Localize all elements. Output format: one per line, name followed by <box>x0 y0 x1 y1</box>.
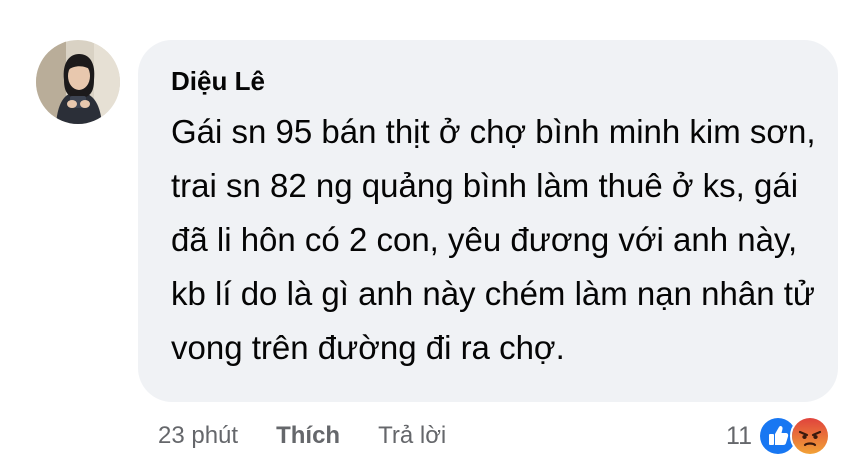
comment-text-line: trai sn 82 ng quảng bình làm thuê ở ks, … <box>171 167 799 204</box>
comment-screenshot: Diệu Lê Gái sn 95 bán thịt ở chợ bình mi… <box>0 0 846 472</box>
reaction-summary[interactable]: 11 <box>726 416 830 456</box>
reaction-count: 11 <box>726 421 752 450</box>
comment-text-line: Gái sn 95 bán thịt ở chợ bình minh kim s… <box>171 113 816 150</box>
comment-text-line: đã li hôn có 2 con, yêu đương với anh nà… <box>171 221 798 258</box>
angry-reaction-icon <box>790 416 830 456</box>
comment-text-line: vong trên đường đi ra chợ. <box>171 329 565 366</box>
comment-timestamp[interactable]: 23 phút <box>158 422 238 450</box>
comment-text-line: kb lí do là gì anh này chém làm nạn nhân… <box>171 275 815 312</box>
avatar[interactable] <box>36 40 120 124</box>
avatar-photo <box>36 40 120 124</box>
reply-button[interactable]: Trả lời <box>378 422 446 450</box>
comment-bubble: Diệu Lê Gái sn 95 bán thịt ở chợ bình mi… <box>138 40 838 402</box>
comment-body: Gái sn 95 bán thịt ở chợ bình minh kim s… <box>171 105 816 375</box>
like-button[interactable]: Thích <box>276 422 340 450</box>
comment-author-name[interactable]: Diệu Lê <box>171 64 808 98</box>
comment-actions: 23 phút Thích Trả lời <box>158 418 446 454</box>
